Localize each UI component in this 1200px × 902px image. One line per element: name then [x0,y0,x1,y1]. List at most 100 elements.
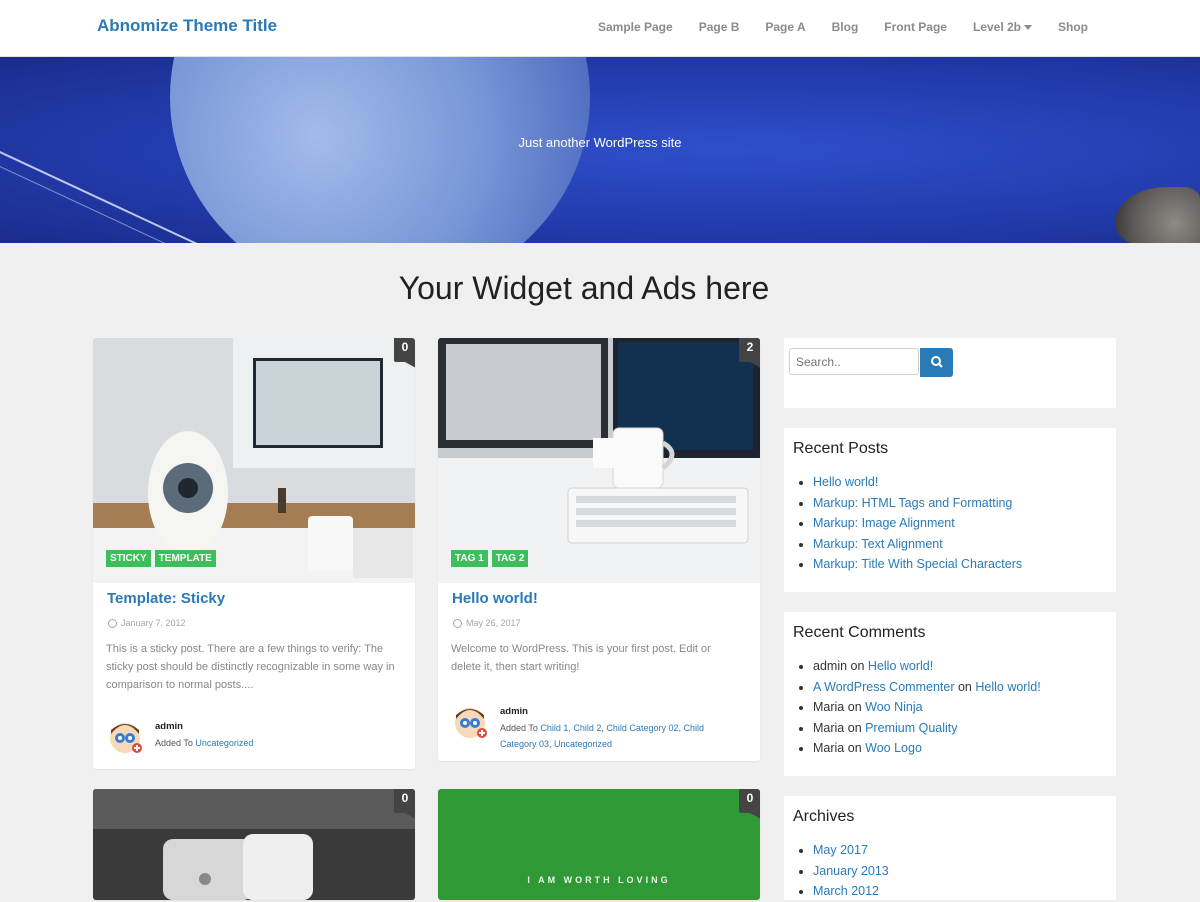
list-item: Maria on Woo Ninja [813,697,1041,718]
on-word: on [850,659,865,673]
list-item: Hello world! [813,472,1022,493]
tag-sticky[interactable]: STICKY [106,550,151,567]
list-item: admin on Hello world! [813,656,1041,677]
search-widget [784,338,1116,408]
comment-count-badge[interactable]: 0 [394,789,415,819]
archives-list: May 2017 January 2013 March 2012 [793,840,889,902]
post-date-text: January 7, 2012 [121,618,186,628]
recent-posts-list: Hello world! Markup: HTML Tags and Forma… [793,472,1022,575]
list-item: Maria on Woo Logo [813,738,1041,759]
post-tags: STICKY TEMPLATE [106,550,216,567]
archive-link[interactable]: January 2013 [813,864,889,878]
hero-banner: Just another WordPress site [0,57,1200,243]
on-word: on [847,700,862,715]
main-nav: Sample Page Page B Page A Blog Front Pag… [572,20,1088,34]
post-date: May 26, 2017 [453,618,521,628]
on-word: on [847,720,862,735]
added-to-label: Added To [155,738,193,748]
archives-widget: Archives May 2017 January 2013 March 201… [784,796,1116,900]
list-item: May 2017 [813,840,889,861]
nav-page-a[interactable]: Page A [765,20,805,34]
site-title[interactable]: Abnomize Theme Title [97,16,277,36]
post-excerpt: Welcome to WordPress. This is your first… [451,643,711,673]
nav-level-2b[interactable]: Level 2b [973,20,1032,34]
recent-post-link[interactable]: Hello world! [813,475,878,489]
post-title[interactable]: Template: Sticky [107,590,225,607]
search-button[interactable] [920,348,953,377]
recent-posts-title: Recent Posts [793,440,889,457]
comment-count-badge[interactable]: 2 [739,338,760,368]
author-name[interactable]: admin [500,706,528,717]
author-meta: admin Added To Uncategorized [155,718,253,754]
nav-front-page[interactable]: Front Page [884,20,947,34]
comment-post-link[interactable]: Hello world! [975,680,1040,694]
comment-author: Maria [813,741,845,756]
post-excerpt: This is a sticky post. There are a few t… [106,643,395,691]
recent-comments-title: Recent Comments [793,624,926,641]
on-word: on [957,679,972,694]
comment-post-link[interactable]: Hello world! [868,659,933,673]
search-icon [931,356,943,368]
recent-post-link[interactable]: Markup: Text Alignment [813,537,943,551]
nav-sample-page[interactable]: Sample Page [598,20,673,34]
widget-banner-title: Your Widget and Ads here [398,270,770,306]
author-avatar[interactable] [107,718,143,754]
post-title[interactable]: Hello world! [452,590,538,607]
comment-count-badge[interactable]: 0 [394,338,415,368]
nav-level-2b-label: Level 2b [972,20,1021,34]
on-word: on [847,741,862,756]
list-item: Markup: Text Alignment [813,534,1022,555]
recent-post-link[interactable]: Markup: Image Alignment [813,516,955,530]
tag-2[interactable]: TAG 2 [491,550,529,567]
recent-post-link[interactable]: Markup: Title With Special Characters [813,557,1022,571]
nav-shop[interactable]: Shop [1058,20,1088,34]
recent-post-link[interactable]: Markup: HTML Tags and Formatting [813,496,1012,510]
post-date: January 7, 2012 [108,618,186,628]
list-item: Maria on Premium Quality [813,718,1041,739]
clock-icon [453,618,462,628]
post-card-4: I AM WORTH LOVING 0 [438,789,760,900]
post-categories[interactable]: Uncategorized [195,738,253,748]
comment-post-link[interactable]: Woo Logo [865,741,922,755]
post-card-3: 0 [93,789,415,900]
caret-down-icon [1024,24,1032,30]
tag-1[interactable]: TAG 1 [451,550,488,567]
clock-icon [108,618,117,628]
nav-page-b[interactable]: Page B [699,20,740,34]
comment-author: admin [813,659,848,673]
thumbnail-text: I AM WORTH LOVING [527,875,671,885]
comment-post-link[interactable]: Woo Ninja [865,700,922,714]
archive-link[interactable]: March 2012 [813,884,879,898]
post-thumbnail[interactable] [93,789,415,900]
list-item: January 2013 [813,861,889,882]
post-date-text: May 26, 2017 [466,618,521,628]
search-input[interactable] [789,348,919,375]
list-item: Markup: Title With Special Characters [813,554,1022,575]
post-card-hello-world: 2 TAG 1 TAG 2 Hello world! May 26, 2017 … [438,338,760,761]
added-to-label: Added To [500,723,538,733]
planet-image [170,57,590,243]
recent-comments-list: admin on Hello world! A WordPress Commen… [793,656,1041,759]
site-tagline: Just another WordPress site [518,135,682,150]
tag-template[interactable]: TEMPLATE [154,550,216,567]
post-thumbnail[interactable] [93,338,415,583]
list-item: A WordPress Commenter on Hello world! [813,677,1041,698]
list-item: Markup: Image Alignment [813,513,1022,534]
author-meta: admin Added To Child 1, Child 2, Child C… [500,703,730,752]
archives-title: Archives [793,808,855,825]
nav-blog[interactable]: Blog [832,20,859,34]
comment-author: Maria [813,720,845,735]
post-thumbnail[interactable] [438,338,760,583]
asteroid-image [1115,187,1200,243]
author-avatar[interactable] [452,703,488,739]
author-name[interactable]: admin [155,721,183,732]
list-item: March 2012 [813,881,889,902]
post-tags: TAG 1 TAG 2 [451,550,529,567]
comment-author-link[interactable]: A WordPress Commenter [813,680,954,694]
comment-count-badge[interactable]: 0 [739,789,760,819]
archive-link[interactable]: May 2017 [813,843,868,857]
recent-posts-widget: Recent Posts Hello world! Markup: HTML T… [784,428,1116,592]
site-header: Abnomize Theme Title Sample Page Page B … [0,0,1200,57]
list-item: Markup: HTML Tags and Formatting [813,493,1022,514]
comment-post-link[interactable]: Premium Quality [865,721,957,735]
